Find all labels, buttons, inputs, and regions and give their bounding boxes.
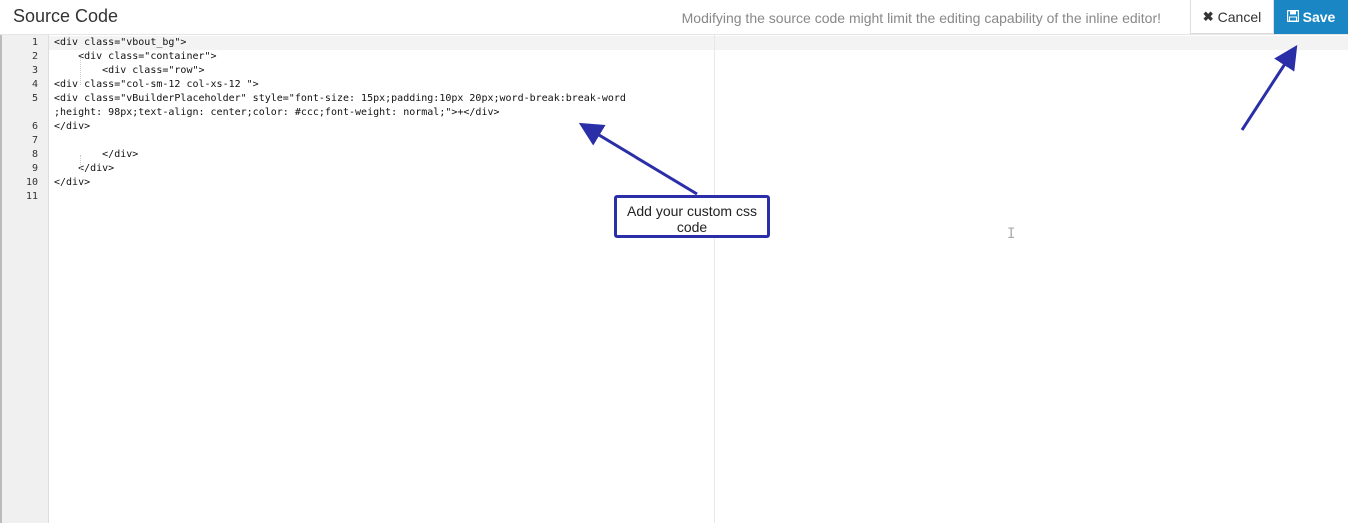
indent-guide xyxy=(80,57,82,85)
code-line[interactable]: ;height: 98px;text-align: center;color: … xyxy=(54,107,500,118)
line-number: 3 xyxy=(31,65,38,76)
line-number: 9 xyxy=(31,163,38,174)
code-line[interactable]: </div> xyxy=(54,149,138,160)
code-editor[interactable]: 1 <div class="vbout_bg"> 2 <div class="con… xyxy=(0,34,1348,523)
save-button[interactable]: Save xyxy=(1274,0,1348,34)
line-number: 1 xyxy=(31,37,38,48)
code-line[interactable]: <div class="vBuilderPlaceholder" style="… xyxy=(54,93,626,104)
line-number: 5 xyxy=(31,93,38,104)
page-title: Source Code xyxy=(13,6,119,26)
floppy-disk-icon xyxy=(1286,9,1299,25)
code-line[interactable]: </div> xyxy=(54,163,114,174)
code-line[interactable]: <div class="vbout_bg"> xyxy=(54,37,186,48)
code-line[interactable]: <div class="row"> xyxy=(54,65,204,76)
line-number: 8 xyxy=(31,149,38,160)
line-number: 6 xyxy=(31,121,38,132)
code-line[interactable]: </div> xyxy=(54,177,90,188)
line-number: 7 xyxy=(31,135,38,146)
line-number-gutter xyxy=(0,35,49,523)
annotation-callout: Add your custom css code xyxy=(614,195,770,238)
text-cursor-icon: I xyxy=(1007,226,1016,242)
indent-guide xyxy=(80,155,82,169)
line-number: 4 xyxy=(31,79,38,90)
cancel-label: Cancel xyxy=(1217,8,1262,25)
warning-text: Modifying the source code might limit th… xyxy=(681,10,1161,26)
save-label: Save xyxy=(1302,9,1336,25)
line-number: 11 xyxy=(25,191,38,202)
close-icon: ✖ xyxy=(1202,8,1214,24)
modal-header: Source Code Modifying the source code mi… xyxy=(0,0,1348,34)
code-line[interactable]: <div class="col-sm-12 col-xs-12 "> xyxy=(54,79,259,90)
print-margin xyxy=(714,35,715,523)
code-line[interactable]: <div class="container"> xyxy=(54,51,216,62)
line-number: 2 xyxy=(31,51,38,62)
line-number: 10 xyxy=(25,177,38,188)
active-line-highlight xyxy=(49,36,1348,50)
cancel-button[interactable]: ✖ Cancel xyxy=(1190,0,1274,34)
code-line[interactable]: </div> xyxy=(54,121,90,132)
